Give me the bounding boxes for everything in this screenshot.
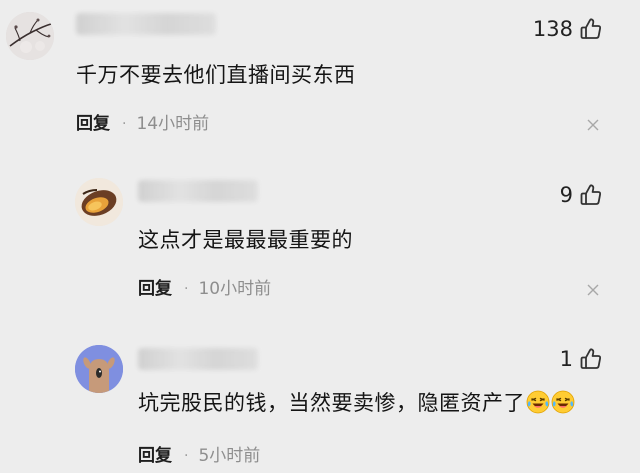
username-redacted[interactable] <box>76 13 216 35</box>
comment-meta: 回复 · 14小时前 <box>76 114 209 134</box>
winter-branch-avatar-icon <box>6 12 54 60</box>
user-avatar[interactable] <box>75 178 123 226</box>
sweet-potato-avatar-icon <box>75 178 123 226</box>
like-button[interactable]: 1 <box>560 347 603 371</box>
meta-separator: · <box>184 281 189 297</box>
reply-button[interactable]: 回复 <box>138 446 172 466</box>
username-redacted[interactable] <box>138 348 258 370</box>
cartoon-creature-avatar-icon <box>75 345 123 393</box>
thumbs-up-icon <box>580 18 602 39</box>
user-avatar[interactable] <box>6 12 54 60</box>
reply-button[interactable]: 回复 <box>76 114 110 134</box>
comment-meta: 回复 · 5小时前 <box>138 446 260 466</box>
like-count: 1 <box>559 347 573 371</box>
meta-separator: · <box>184 448 189 464</box>
user-avatar[interactable] <box>75 345 123 393</box>
like-button[interactable]: 138 <box>533 17 603 41</box>
comment-text: 坑完股民的钱，当然要卖惨，隐匿资产了 <box>138 390 575 416</box>
thumbs-up-icon <box>580 348 602 369</box>
comment-3: 1 坑完股民的钱，当然要卖惨，隐匿资产了 回复 · 5小时前 <box>0 320 640 473</box>
thumbs-up-icon <box>580 184 602 205</box>
comment-1: 138 千万不要去他们直播间买东西 回复 · 14小时前 <box>0 0 640 150</box>
comment-2: 9 这点才是最最最重要的 回复 · 10小时前 <box>0 150 640 320</box>
like-count: 9 <box>559 183 573 207</box>
laughing-crying-emoji-icon <box>526 390 550 414</box>
close-icon[interactable] <box>587 119 599 131</box>
comment-meta: 回复 · 10小时前 <box>138 279 271 299</box>
close-icon[interactable] <box>587 284 599 296</box>
timestamp: 14小时前 <box>136 114 210 134</box>
like-button[interactable]: 9 <box>560 183 603 207</box>
comment-text-content: 坑完股民的钱，当然要卖惨，隐匿资产了 <box>138 391 525 415</box>
laughing-crying-emoji-icon <box>551 390 575 414</box>
timestamp: 10小时前 <box>198 279 272 299</box>
comment-text: 这点才是最最最重要的 <box>138 228 353 252</box>
meta-separator: · <box>122 116 127 132</box>
reply-button[interactable]: 回复 <box>138 279 172 299</box>
comment-text: 千万不要去他们直播间买东西 <box>76 63 356 87</box>
like-count: 138 <box>532 17 573 41</box>
timestamp: 5小时前 <box>198 446 261 466</box>
username-redacted[interactable] <box>138 180 258 202</box>
